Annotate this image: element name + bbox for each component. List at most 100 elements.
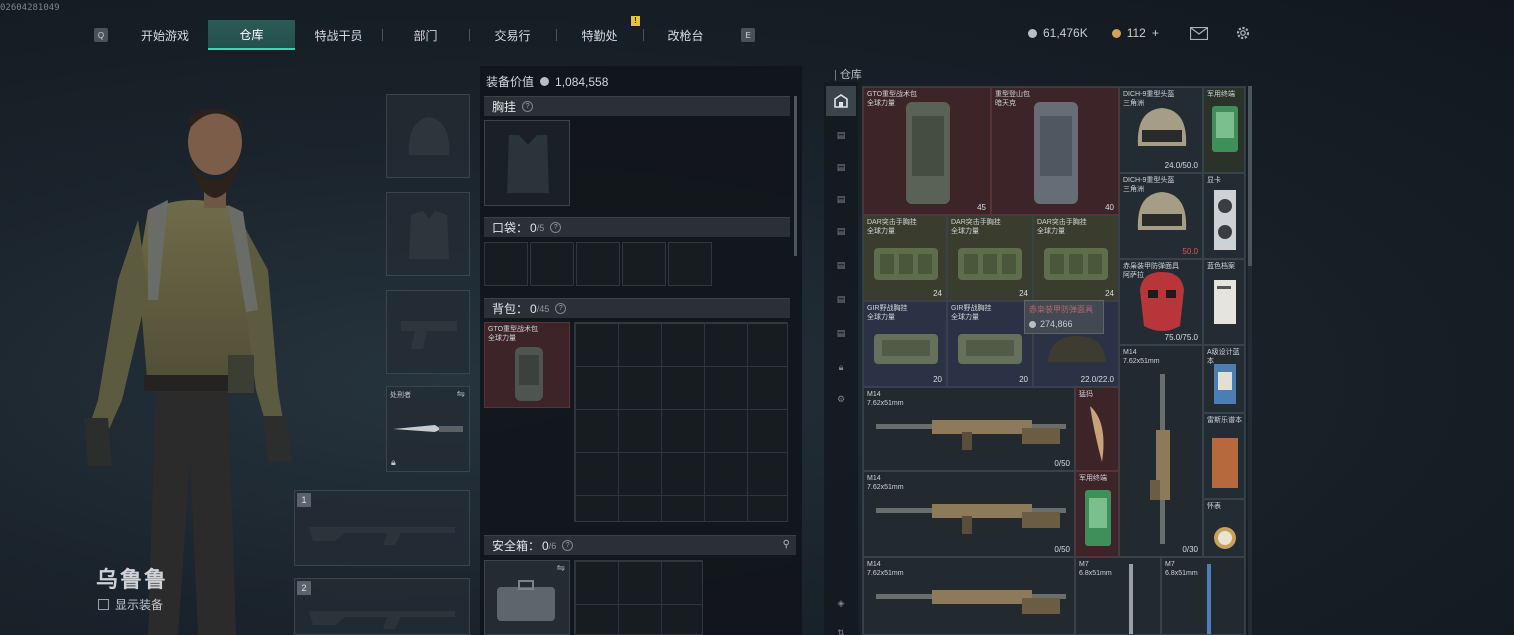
warehouse-item[interactable]: M14 7.62x51mm: [863, 557, 1075, 635]
build-id: 02604281049: [0, 3, 60, 13]
lock-icon: 🔒︎: [391, 457, 396, 467]
warehouse-item[interactable]: GIR野战胸挂 全球力量 20: [947, 301, 1033, 387]
help-icon[interactable]: ?: [562, 540, 574, 551]
mail-icon[interactable]: [1190, 27, 1208, 40]
storage-page-icon[interactable]: ▤: [826, 318, 856, 348]
token-icon: [1111, 28, 1121, 38]
safe-box-grid[interactable]: [574, 560, 703, 635]
warehouse-item[interactable]: 雷斯乐谱本: [1203, 413, 1245, 499]
add-token-button[interactable]: +: [1152, 26, 1159, 40]
warehouse-item[interactable]: GIR野战胸挂 全球力量 20: [863, 301, 947, 387]
backpack-grid[interactable]: [574, 322, 788, 522]
item-name: DAR突击手胸挂 全球力量: [1037, 219, 1087, 235]
item-count: 0/50: [1054, 459, 1070, 468]
storage-page-icon[interactable]: ▤: [826, 184, 856, 214]
tab-gunsmith[interactable]: 改枪台: [643, 20, 728, 50]
notification-badge: !: [631, 16, 640, 26]
warehouse-item[interactable]: M14 7.62x51mm 0/50: [863, 471, 1075, 557]
armor-helmet-icon: [1048, 336, 1106, 362]
helmet-icon: [1137, 108, 1187, 146]
chest-rig-icon: [1044, 248, 1108, 280]
swap-icon[interactable]: ⇋: [557, 563, 565, 574]
layers-icon[interactable]: ◈: [826, 588, 856, 618]
lock-icon[interactable]: 🔒︎: [826, 352, 856, 382]
warehouse-item[interactable]: DAR突击手胸挂 全球力量 24: [947, 215, 1033, 301]
warehouse-item[interactable]: 重型登山包 暗天克 40: [991, 87, 1119, 215]
knife-icon: [393, 425, 463, 432]
storage-page-icon[interactable]: ▤: [826, 120, 856, 150]
tab-start-game[interactable]: 开始游戏: [122, 20, 208, 50]
melee-slot[interactable]: 处刑者 ⇋ 🔒︎: [386, 386, 470, 472]
warehouse-item[interactable]: 怀表: [1203, 499, 1245, 557]
tab-trading[interactable]: 交易行: [469, 20, 556, 50]
pocket-slot[interactable]: [576, 242, 620, 286]
item-name: 军用终端: [1079, 475, 1107, 482]
pin-icon[interactable]: ⚲: [783, 539, 790, 550]
item-count: 45: [977, 203, 986, 212]
help-icon[interactable]: ?: [555, 303, 567, 314]
backpack-capacity: /45: [536, 303, 550, 314]
gear-icon[interactable]: ⚙: [826, 384, 856, 414]
pocket-slot[interactable]: [484, 242, 528, 286]
warehouse-item[interactable]: GTO重型战术包 全球力量 45: [863, 87, 991, 215]
prev-tab-key-hint[interactable]: Q: [94, 28, 108, 42]
tab-department[interactable]: 部门: [382, 20, 469, 50]
warehouse-item[interactable]: DAR突击手胸挂 全球力量 24: [863, 215, 947, 301]
help-icon[interactable]: ?: [550, 222, 562, 233]
warehouse-item[interactable]: M14 7.62x51mm 0/50: [863, 387, 1075, 471]
show-equipment-checkbox[interactable]: [98, 599, 109, 610]
rifle-icon: [876, 420, 1066, 450]
melee-label: 处刑者: [390, 392, 411, 399]
tab-special-service[interactable]: 特勤处: [556, 20, 643, 50]
warehouse-item[interactable]: M7 6.8x51mm: [1161, 557, 1245, 635]
warehouse-scrollbar-thumb[interactable]: [1248, 86, 1252, 266]
safe-box-slot[interactable]: ⇋: [484, 560, 570, 635]
sort-icon[interactable]: ⇅: [826, 618, 856, 635]
gear-icon[interactable]: [1235, 25, 1251, 41]
pistol-slot[interactable]: [386, 290, 470, 374]
warehouse-item[interactable]: DICH-9重型头盔 三角洲 50.0: [1119, 173, 1203, 259]
backpack-icon: [515, 347, 543, 401]
pocket-slot[interactable]: [622, 242, 666, 286]
storage-page-icon[interactable]: ▤: [826, 250, 856, 280]
pocket-slot[interactable]: [530, 242, 574, 286]
graphics-card-icon: [1214, 190, 1236, 250]
warehouse-item[interactable]: M7 6.8x51mm: [1075, 557, 1161, 635]
helmet-slot[interactable]: [386, 94, 470, 178]
rifle-icon: [1150, 374, 1170, 544]
warehouse-item[interactable]: 军用终端: [1203, 87, 1245, 173]
swap-icon[interactable]: ⇋: [457, 389, 465, 400]
equipped-backpack[interactable]: GTO重型战术包 全球力量: [484, 322, 570, 408]
currency-bar: 61,476K 112 +: [1028, 26, 1159, 40]
tab-operators[interactable]: 特战干员: [295, 20, 382, 50]
next-tab-key-hint[interactable]: E: [741, 28, 755, 42]
warehouse-item[interactable]: A级设计蓝本: [1203, 345, 1245, 413]
item-name: 军用终端: [1207, 91, 1235, 98]
item-name: M7 6.8x51mm: [1165, 561, 1198, 577]
loadout-scrollbar[interactable]: [794, 96, 797, 256]
show-equipment-toggle[interactable]: 显示装备: [98, 596, 163, 613]
primary-weapon-slot-1[interactable]: 1: [294, 490, 470, 566]
warehouse-item[interactable]: DICH-9重型头盔 三角洲 24.0/50.0: [1119, 87, 1203, 173]
storage-page-icon[interactable]: ▤: [826, 152, 856, 182]
warehouse-item[interactable]: M14 7.62x51mm 0/30: [1119, 345, 1203, 557]
storage-page-icon[interactable]: ▤: [826, 284, 856, 314]
warehouse-item[interactable]: 蓝色档案: [1203, 259, 1245, 345]
warehouse-item[interactable]: 军用终端: [1075, 471, 1119, 557]
item-name: 雷斯乐谱本: [1207, 417, 1242, 424]
warehouse-item[interactable]: 显卡: [1203, 173, 1245, 259]
all-items-filter-icon[interactable]: [826, 86, 856, 116]
rifle-icon: [1207, 564, 1211, 634]
warehouse-item[interactable]: 猛犸: [1075, 387, 1119, 471]
item-name: 重型登山包 暗天克: [995, 91, 1030, 107]
primary-weapon-slot-2[interactable]: 2: [294, 578, 470, 635]
pocket-slot[interactable]: [668, 242, 712, 286]
armor-slot[interactable]: [386, 192, 470, 276]
tab-warehouse[interactable]: 仓库: [208, 20, 295, 50]
warehouse-item[interactable]: 赤枭装甲防弹面具 阿萨拉 75.0/75.0: [1119, 259, 1203, 345]
chest-rig-slot[interactable]: [484, 120, 570, 206]
storage-page-icon[interactable]: ▤: [826, 216, 856, 246]
item-count: 40: [1105, 203, 1114, 212]
help-icon[interactable]: ?: [522, 101, 534, 112]
warehouse-item[interactable]: DAR突击手胸挂 全球力量 24: [1033, 215, 1119, 301]
